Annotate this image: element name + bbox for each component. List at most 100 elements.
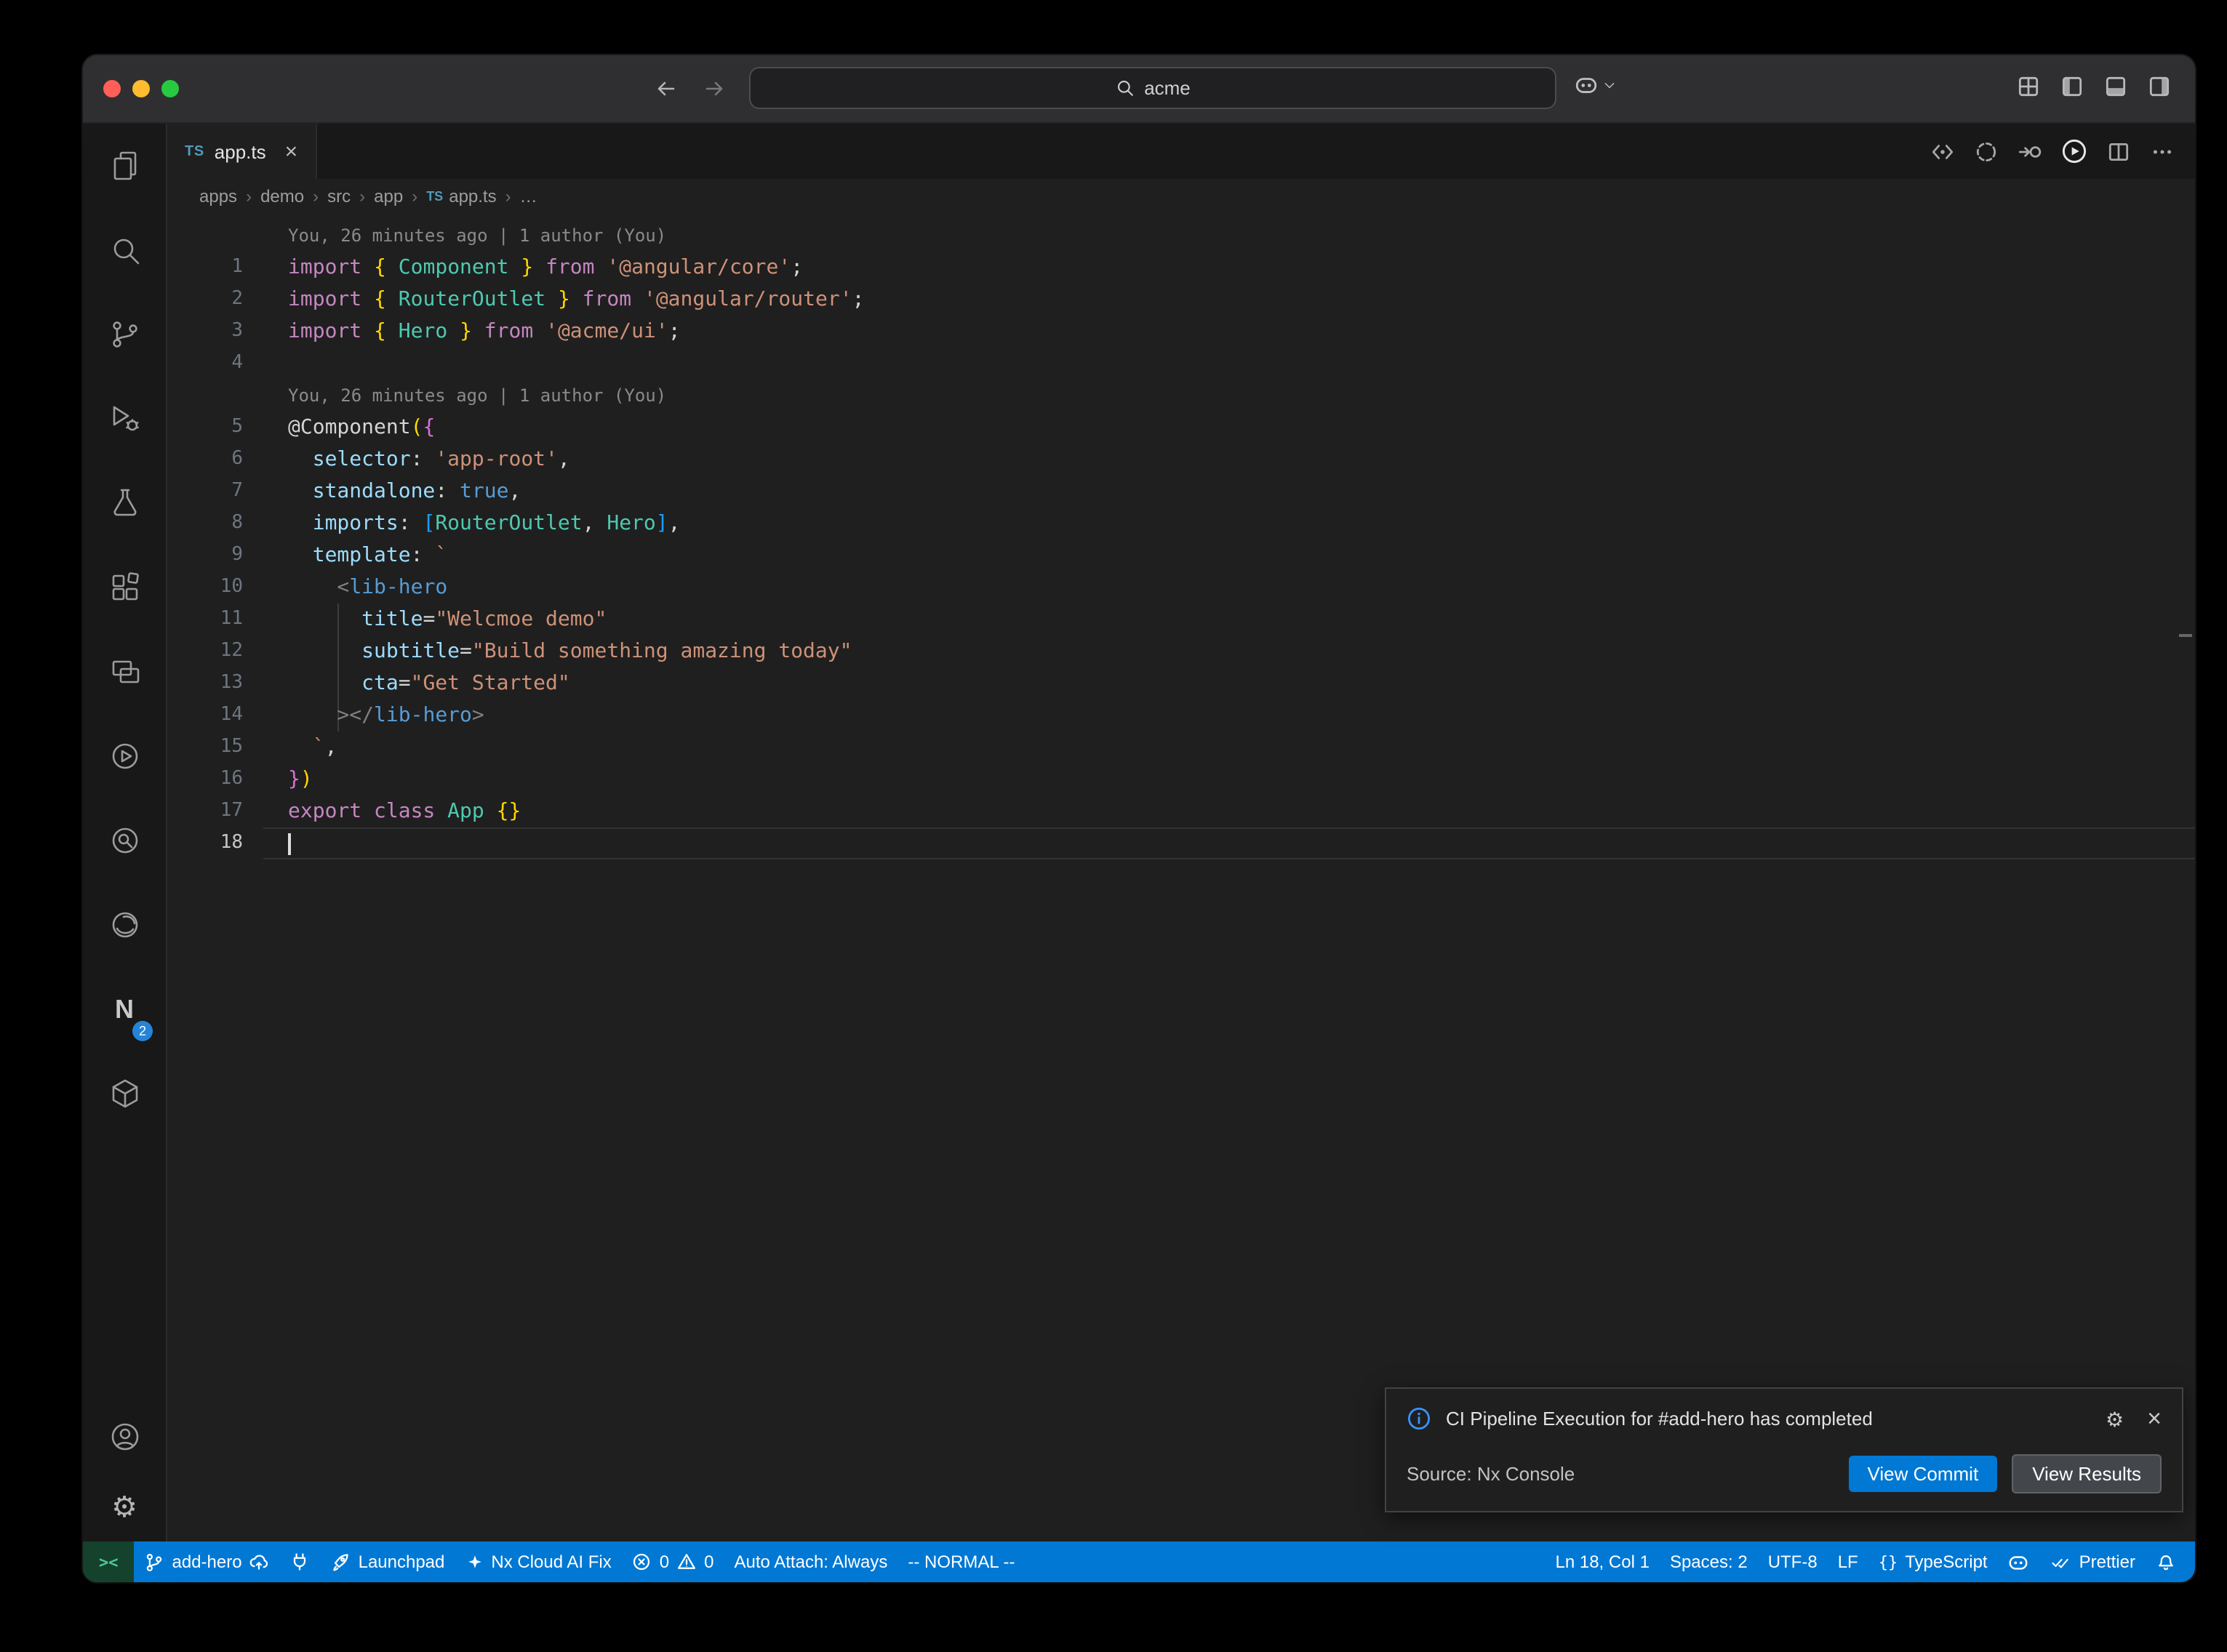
code-row[interactable]: 1import { Component } from '@angular/cor… <box>167 252 2195 284</box>
activity-item-containers[interactable] <box>83 1051 166 1136</box>
close-tab-icon[interactable]: × <box>285 140 298 162</box>
line-number: 8 <box>167 508 263 540</box>
code-row[interactable]: 11 title="Welcmoe demo" <box>167 604 2195 635</box>
settings-button[interactable]: ⚙ <box>83 1472 166 1541</box>
status-encoding[interactable]: UTF-8 <box>1758 1541 1828 1582</box>
close-window-button[interactable] <box>103 80 121 97</box>
breadcrumb-item[interactable]: … <box>520 186 537 206</box>
breadcrumb-item[interactable]: demo <box>260 186 304 206</box>
toggle-panel-bottom-icon[interactable] <box>2103 74 2128 99</box>
status-launchpad[interactable]: Launchpad <box>321 1541 455 1582</box>
command-center-search[interactable]: acme <box>749 67 1556 109</box>
status-vim-mode[interactable]: -- NORMAL -- <box>897 1541 1025 1582</box>
activity-item-task-runner[interactable] <box>83 714 166 798</box>
notification-settings-icon[interactable]: ⚙ <box>2106 1408 2124 1429</box>
tab-app-ts[interactable]: TS app.ts × <box>167 124 316 179</box>
activity-item-code-search[interactable] <box>83 798 166 883</box>
chevron-right-icon: › <box>246 186 252 206</box>
status-branch[interactable]: add-hero <box>135 1541 280 1582</box>
code-row[interactable]: 6 selector: 'app-root', <box>167 444 2195 476</box>
status-nx-cloud-ai-fix[interactable]: Nx Cloud AI Fix <box>455 1541 621 1582</box>
account-button[interactable] <box>83 1402 166 1472</box>
activity-item-testing[interactable] <box>83 461 166 545</box>
zoom-window-button[interactable] <box>161 80 179 97</box>
blame-row[interactable]: You, 26 minutes ago | 1 author (You) <box>167 220 2195 252</box>
blame-row[interactable]: You, 26 minutes ago | 1 author (You) <box>167 380 2195 412</box>
traffic-lights <box>103 80 179 97</box>
status-notifications[interactable] <box>2146 1541 2186 1582</box>
breadcrumb-item[interactable]: src <box>327 186 351 206</box>
editor[interactable]: You, 26 minutes ago | 1 author (You)1imp… <box>167 214 2195 1541</box>
activity-item-nx-console[interactable]: N 2 <box>83 967 166 1051</box>
status-cursor-position[interactable]: Ln 18, Col 1 <box>1546 1541 1660 1582</box>
code-row[interactable]: 8 imports: [RouterOutlet, Hero], <box>167 508 2195 540</box>
braces-icon: {} <box>1879 1552 1898 1571</box>
view-results-button[interactable]: View Results <box>2012 1454 2162 1493</box>
copilot-menu[interactable] <box>1574 73 1616 97</box>
code-row[interactable]: 4 <box>167 348 2195 380</box>
code-row[interactable]: 7 standalone: true, <box>167 476 2195 508</box>
rocket-icon <box>331 1552 351 1572</box>
plug-icon <box>290 1552 311 1572</box>
navigate-back-icon[interactable] <box>650 73 682 105</box>
run-task-icon[interactable] <box>2018 139 2042 164</box>
tab-bar: TS app.ts × <box>167 124 2195 179</box>
code-line-content: ></lib-hero> <box>263 699 2195 731</box>
git-branch-icon <box>107 317 142 352</box>
status-problems[interactable]: 0 0 <box>622 1541 724 1582</box>
activity-item-explorer[interactable] <box>83 124 166 208</box>
code-row[interactable]: 17export class App {} <box>167 795 2195 827</box>
code-line-content <box>263 827 2195 859</box>
vscode-window: acme <box>83 55 2195 1582</box>
run-debug-icon <box>107 401 142 436</box>
code-row[interactable]: 9 template: ` <box>167 540 2195 572</box>
line-number: 3 <box>167 316 263 348</box>
toggle-sidebar-left-icon[interactable] <box>2060 74 2084 99</box>
remote-indicator[interactable]: >< <box>83 1541 135 1582</box>
breadcrumb-label: apps <box>199 186 237 206</box>
breadcrumb-item[interactable]: apps <box>199 186 237 206</box>
status-bar: >< add-hero Launchpad Nx Cloud AI Fix 0 <box>83 1541 2195 1582</box>
breadcrumb-item[interactable]: app <box>374 186 403 206</box>
activity-item-extensions[interactable] <box>83 545 166 630</box>
code-row[interactable]: 2import { RouterOutlet } from '@angular/… <box>167 284 2195 316</box>
status-plug[interactable] <box>280 1541 321 1582</box>
split-editor-icon[interactable] <box>2106 139 2131 164</box>
open-changes-icon[interactable] <box>1930 139 1955 164</box>
status-language[interactable]: {} TypeScript <box>1868 1541 1998 1582</box>
more-actions-icon[interactable] <box>2150 139 2175 164</box>
toggle-sidebar-right-icon[interactable] <box>2147 74 2172 99</box>
navigate-forward-icon[interactable] <box>698 73 730 105</box>
error-icon <box>632 1552 652 1572</box>
notification-close-icon[interactable]: × <box>2147 1406 2162 1431</box>
search-circle-icon <box>107 823 142 858</box>
code-row[interactable]: 14 ></lib-hero> <box>167 699 2195 731</box>
code-row[interactable]: 12 subtitle="Build something amazing tod… <box>167 635 2195 667</box>
dashed-circle-icon[interactable] <box>1974 139 1999 164</box>
status-copilot[interactable] <box>1998 1541 2040 1582</box>
minimize-window-button[interactable] <box>132 80 150 97</box>
code-row[interactable]: 3import { Hero } from '@acme/ui'; <box>167 316 2195 348</box>
code-line-content: `, <box>263 731 2195 763</box>
activity-item-source-control[interactable] <box>83 292 166 377</box>
code-row[interactable]: 15 `, <box>167 731 2195 763</box>
nx-badge: 2 <box>132 1021 153 1041</box>
activity-item-edge-tools[interactable] <box>83 883 166 967</box>
code-row[interactable]: 10 <lib-hero <box>167 572 2195 604</box>
run-file-button[interactable] <box>2061 138 2087 164</box>
breadcrumb-item[interactable]: TSapp.ts <box>426 186 496 206</box>
view-commit-button[interactable]: View Commit <box>1849 1456 1998 1492</box>
code-row[interactable]: 18 <box>167 827 2195 859</box>
ts-file-icon: TS <box>185 143 204 159</box>
activity-item-run-debug[interactable] <box>83 377 166 461</box>
activity-item-remote-explorer[interactable] <box>83 630 166 714</box>
activity-item-search[interactable] <box>83 208 166 292</box>
code-row[interactable]: 5@Component({ <box>167 412 2195 444</box>
customize-layout-icon[interactable] <box>2016 74 2041 99</box>
code-row[interactable]: 13 cta="Get Started" <box>167 667 2195 699</box>
status-indentation[interactable]: Spaces: 2 <box>1660 1541 1758 1582</box>
status-auto-attach[interactable]: Auto Attach: Always <box>724 1541 898 1582</box>
status-formatter[interactable]: Prettier <box>2040 1541 2146 1582</box>
status-eol[interactable]: LF <box>1828 1541 1868 1582</box>
code-row[interactable]: 16}) <box>167 763 2195 795</box>
